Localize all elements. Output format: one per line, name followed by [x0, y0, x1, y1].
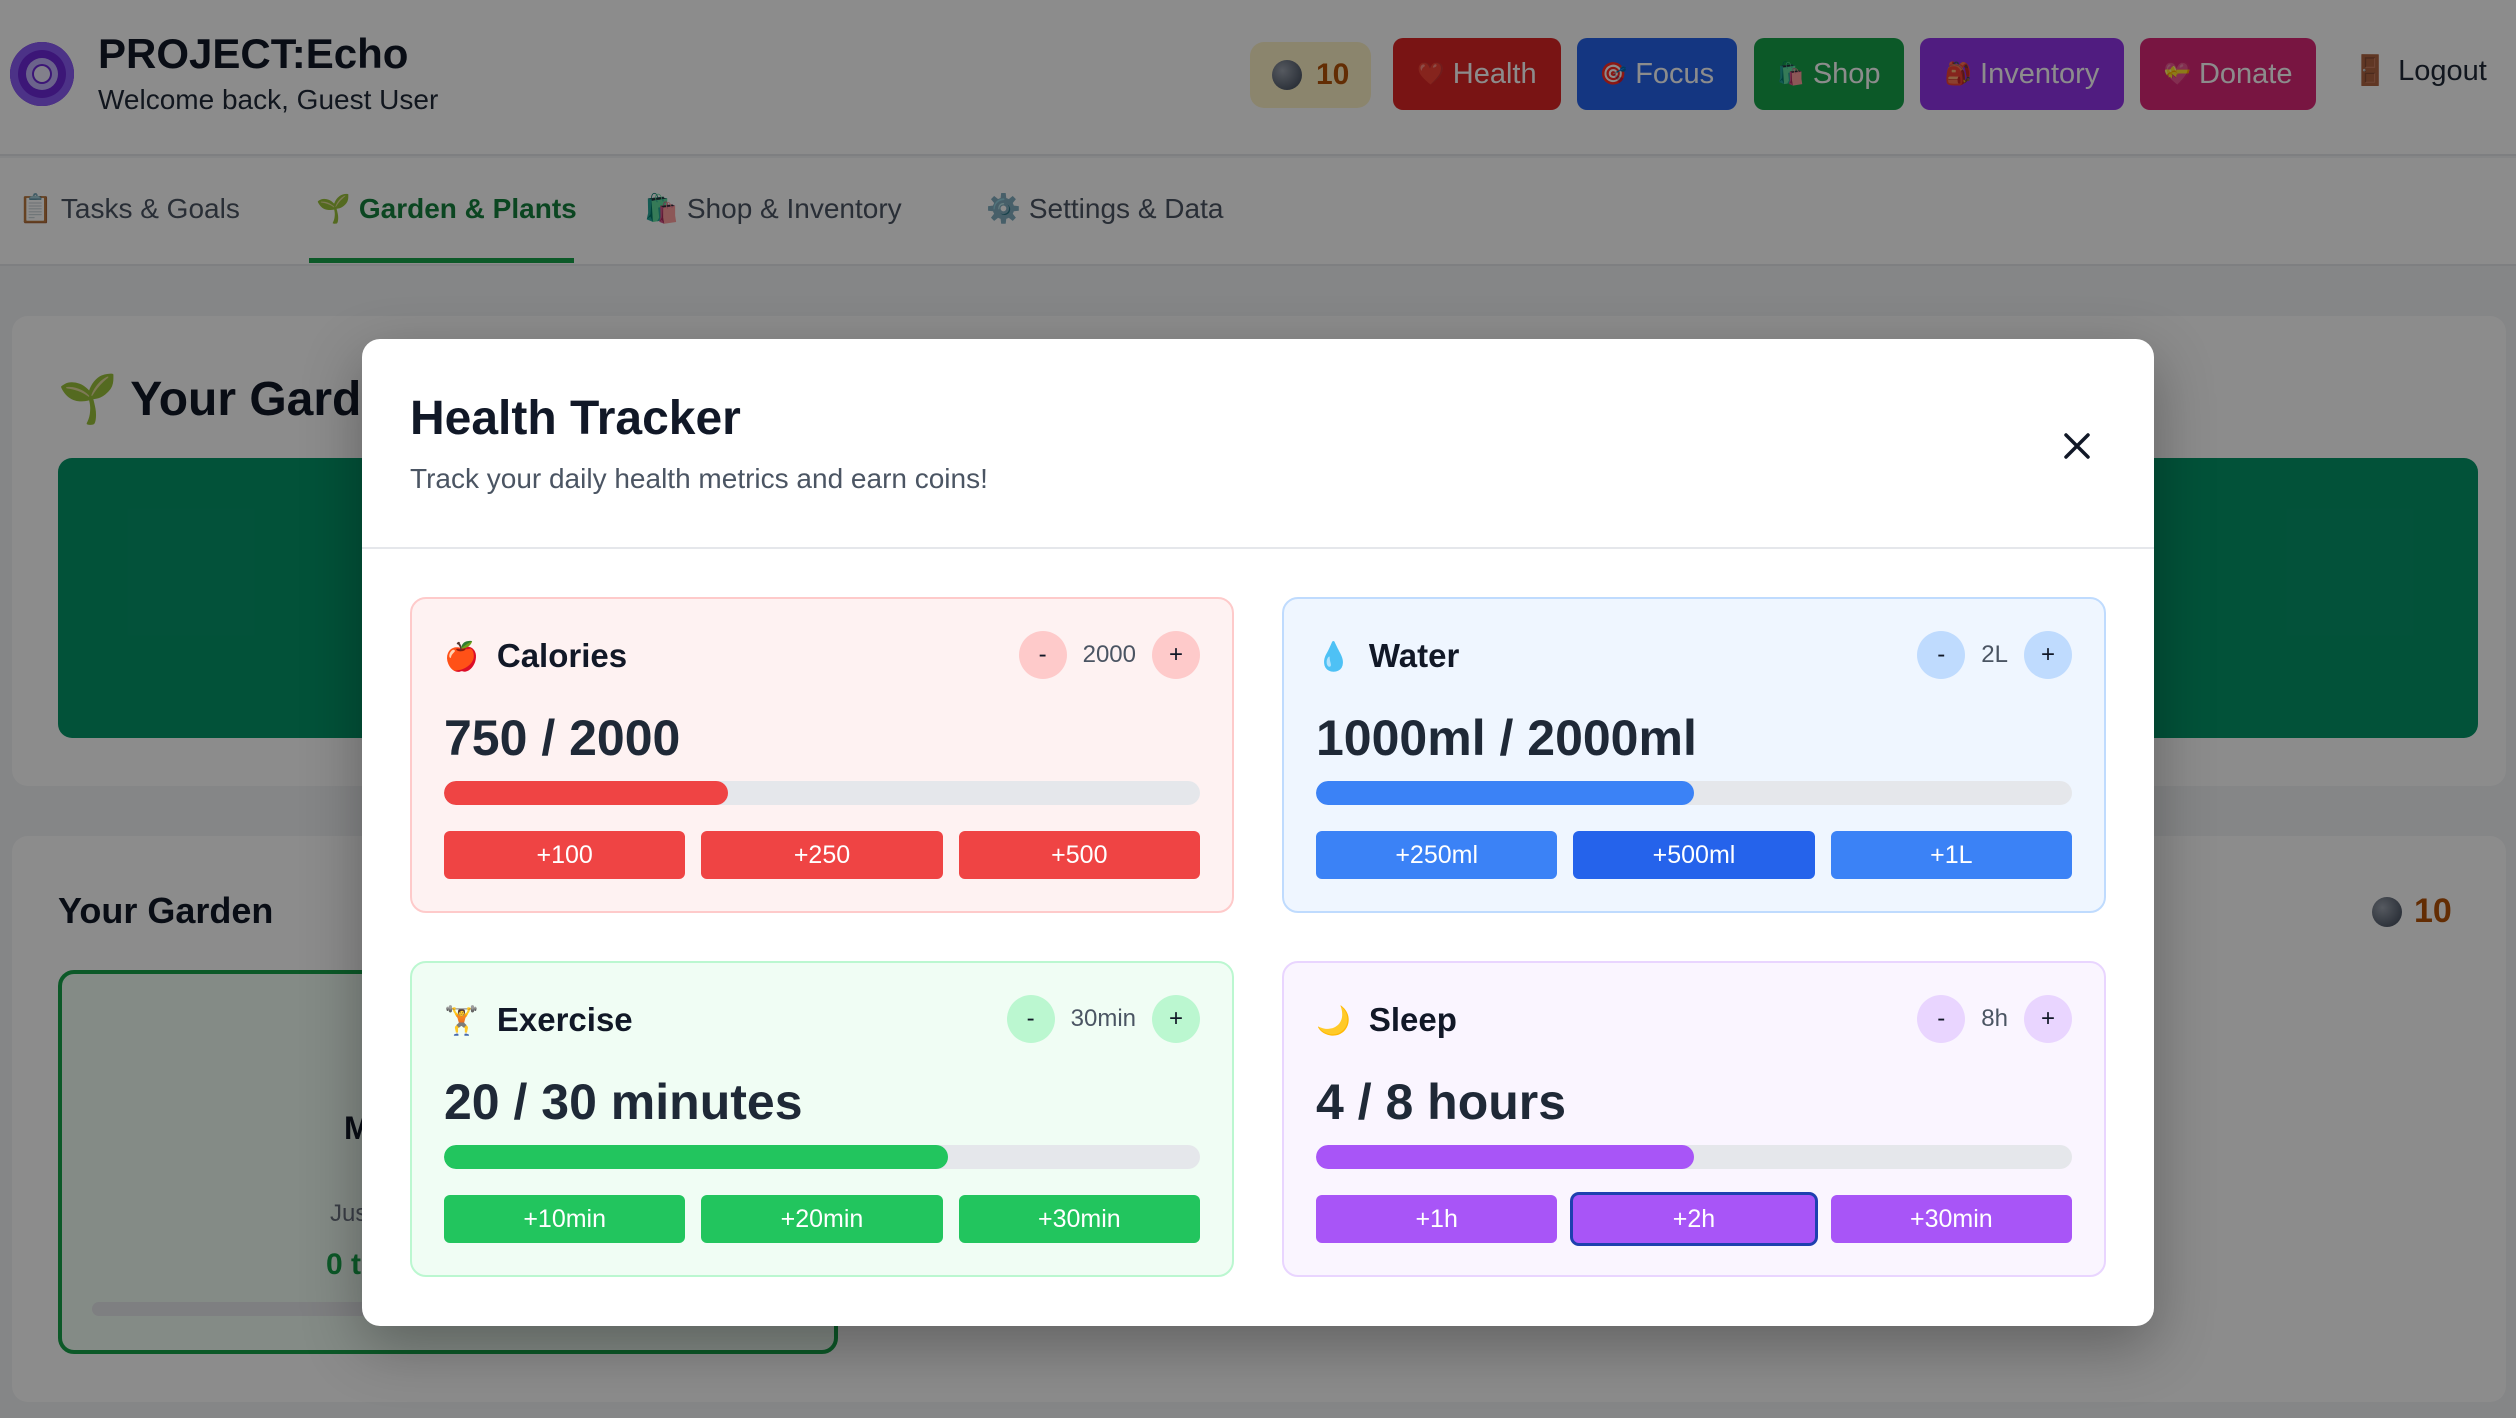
sleep-quick-add: +1h +2h +30min	[1316, 1195, 2072, 1243]
water-increase-goal-button[interactable]: +	[2024, 631, 2072, 679]
water-value: 1000ml / 2000ml	[1316, 710, 1697, 766]
close-button[interactable]	[2052, 421, 2102, 471]
calories-goal-value: 2000	[1082, 641, 1136, 668]
sleep-progress-fill	[1316, 1145, 1694, 1169]
weightlifter-icon: 🏋️	[444, 1004, 479, 1036]
water-progress-fill	[1316, 781, 1694, 805]
exercise-add-10min-button[interactable]: +10min	[444, 1195, 686, 1243]
calories-progress-fill	[444, 781, 728, 805]
apple-icon: 🍎	[444, 640, 479, 672]
exercise-progress-bar	[444, 1145, 1200, 1169]
droplet-icon: 💧	[1316, 640, 1351, 672]
exercise-decrease-goal-button[interactable]: -	[1006, 995, 1055, 1043]
modal-title: Health Tracker	[410, 392, 741, 445]
calories-add-100-button[interactable]: +100	[444, 831, 686, 879]
health-tracker-modal: Health Tracker Track your daily health m…	[362, 339, 2154, 1326]
calories-progress-bar	[444, 781, 1200, 805]
exercise-goal-value: 30min	[1070, 1005, 1136, 1032]
exercise-value: 20 / 30 minutes	[444, 1074, 803, 1130]
exercise-add-20min-button[interactable]: +20min	[701, 1195, 943, 1243]
calories-quick-add: +100 +250 +500	[444, 831, 1200, 879]
calories-goal-stepper: - 2000 +	[1018, 631, 1200, 679]
sleep-add-30min-button[interactable]: +30min	[1830, 1195, 2072, 1243]
close-icon	[2064, 433, 2090, 459]
water-goal-value: 2L	[1981, 641, 2008, 668]
sleep-add-2h-button[interactable]: +2h	[1573, 1195, 1815, 1243]
sleep-card: 🌙 Sleep - 8h + 4 / 8 hours +1h +2h +30mi…	[1282, 961, 2106, 1277]
exercise-increase-goal-button[interactable]: +	[1152, 995, 1200, 1043]
exercise-card: 🏋️ Exercise - 30min + 20 / 30 minutes +1…	[410, 961, 1234, 1277]
water-label: Water	[1368, 637, 1460, 674]
sleep-progress-bar	[1316, 1145, 2072, 1169]
water-add-250ml-button[interactable]: +250ml	[1316, 831, 1558, 879]
sleep-increase-goal-button[interactable]: +	[2024, 995, 2072, 1043]
exercise-quick-add: +10min +20min +30min	[444, 1195, 1200, 1243]
calories-decrease-goal-button[interactable]: -	[1018, 631, 1067, 679]
calories-card: 🍎 Calories - 2000 + 750 / 2000 +100 +250…	[410, 597, 1234, 913]
sleep-goal-stepper: - 8h +	[1917, 995, 2072, 1043]
sleep-add-1h-button[interactable]: +1h	[1316, 1195, 1558, 1243]
sleep-label: Sleep	[1368, 1001, 1457, 1038]
sleep-header: 🌙 Sleep	[1316, 1001, 1457, 1039]
water-decrease-goal-button[interactable]: -	[1917, 631, 1966, 679]
water-card: 💧 Water - 2L + 1000ml / 2000ml +250ml +5…	[1282, 597, 2106, 913]
calories-header: 🍎 Calories	[444, 637, 627, 675]
calories-add-500-button[interactable]: +500	[958, 831, 1200, 879]
modal-subtitle: Track your daily health metrics and earn…	[410, 463, 988, 494]
water-add-500ml-button[interactable]: +500ml	[1573, 831, 1815, 879]
calories-add-250-button[interactable]: +250	[701, 831, 943, 879]
exercise-add-30min-button[interactable]: +30min	[958, 1195, 1200, 1243]
moon-icon: 🌙	[1316, 1004, 1351, 1036]
sleep-goal-value: 8h	[1981, 1005, 2008, 1032]
water-header: 💧 Water	[1316, 637, 1459, 675]
exercise-goal-stepper: - 30min +	[1006, 995, 1200, 1043]
exercise-label: Exercise	[496, 1001, 633, 1038]
calories-label: Calories	[496, 637, 628, 674]
calories-value: 750 / 2000	[444, 710, 681, 766]
sleep-decrease-goal-button[interactable]: -	[1917, 995, 1966, 1043]
exercise-header: 🏋️ Exercise	[444, 1001, 633, 1039]
exercise-progress-fill	[444, 1145, 949, 1169]
calories-increase-goal-button[interactable]: +	[1152, 631, 1200, 679]
water-quick-add: +250ml +500ml +1L	[1316, 831, 2072, 879]
water-progress-bar	[1316, 781, 2072, 805]
sleep-value: 4 / 8 hours	[1316, 1074, 1567, 1130]
modal-divider	[362, 547, 2154, 549]
water-add-1l-button[interactable]: +1L	[1830, 831, 2072, 879]
water-goal-stepper: - 2L +	[1917, 631, 2072, 679]
